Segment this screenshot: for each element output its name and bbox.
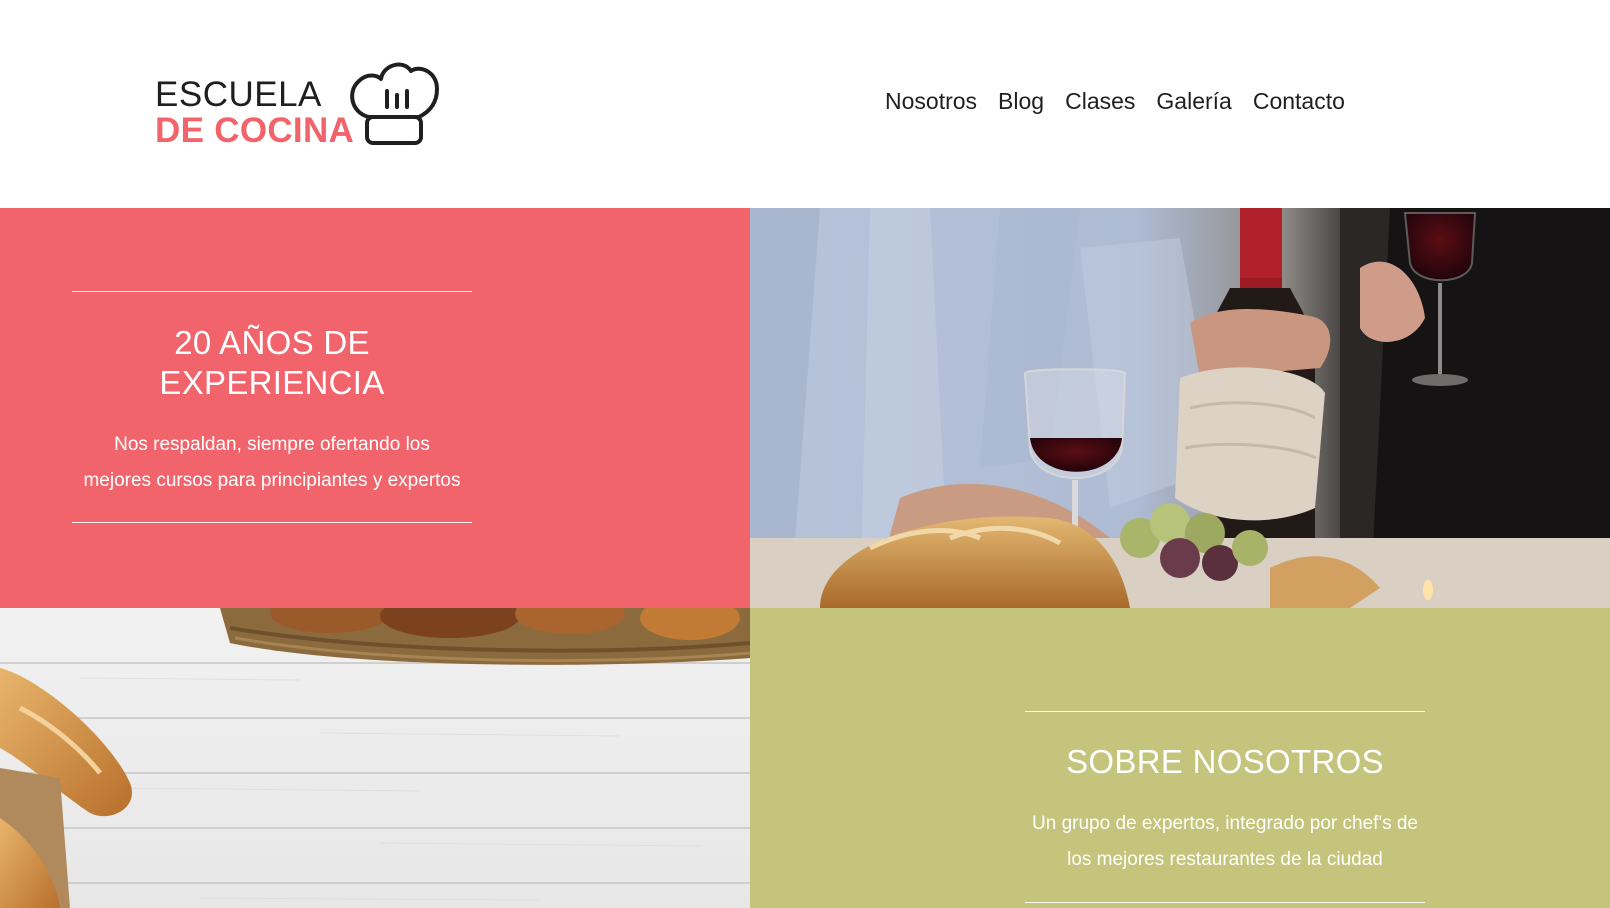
experience-title-line1: 20 AÑOS DE [174,324,370,361]
divider-bottom [72,522,472,523]
school-logo[interactable]: ESCUELA DE COCINA [155,55,440,150]
about-text-line1: Un grupo de expertos, integrado por chef… [1032,813,1418,834]
about-section: SOBRE NOSOTROS Un grupo de expertos, int… [750,608,1610,908]
wine-photo-illustration [750,208,1610,608]
experience-text-line1: Nos respaldan, siempre ofertando los [114,434,430,455]
experience-text: Nos respaldan, siempre ofertando los mej… [72,427,472,499]
wine-dinner-photo [750,208,1610,608]
experience-panel: 20 AÑOS DE EXPERIENCIA Nos respaldan, si… [72,291,472,523]
site-header: ESCUELA DE COCINA Nosotros Blog Clases G… [0,0,1610,208]
divider-top [72,291,472,292]
logo-text-line2: DE COCINA [155,111,355,150]
about-text-line2: los mejores restaurantes de la ciudad [1067,849,1383,870]
divider-top [1025,711,1425,712]
chef-hat-icon [350,62,439,145]
experience-section: 20 AÑOS DE EXPERIENCIA Nos respaldan, si… [0,208,750,608]
bread-table-photo [0,608,750,908]
divider-bottom [1025,902,1425,903]
experience-text-line2: mejores cursos para principiantes y expe… [83,470,461,491]
main-nav: Nosotros Blog Clases Galería Contacto [885,88,1345,115]
nav-link-contacto[interactable]: Contacto [1253,88,1345,115]
nav-link-clases[interactable]: Clases [1065,88,1135,115]
about-title: SOBRE NOSOTROS [1066,743,1384,780]
about-panel: SOBRE NOSOTROS Un grupo de expertos, int… [1025,711,1425,903]
nav-link-nosotros[interactable]: Nosotros [885,88,977,115]
bread-photo-illustration [0,608,750,908]
experience-title: 20 AÑOS DE EXPERIENCIA [72,323,472,403]
logo-text-line1: ESCUELA [155,75,322,114]
nav-link-blog[interactable]: Blog [998,88,1044,115]
nav-link-galeria[interactable]: Galería [1156,88,1231,115]
experience-title-line2: EXPERIENCIA [159,364,385,401]
about-text: Un grupo de expertos, integrado por chef… [1025,806,1425,878]
